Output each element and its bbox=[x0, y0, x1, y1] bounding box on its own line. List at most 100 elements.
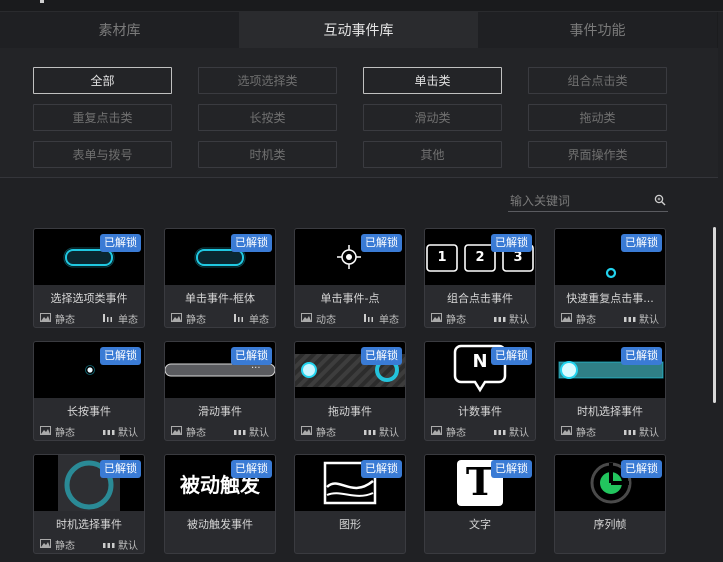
default-state-icon bbox=[364, 430, 376, 435]
card-title: 选择选项类事件 bbox=[50, 292, 128, 305]
image-icon bbox=[431, 313, 442, 322]
card-title: 滑动事件 bbox=[198, 405, 242, 418]
event-card[interactable]: 已解锁 长按事件 静态 默认 bbox=[33, 341, 145, 441]
image-icon bbox=[171, 313, 182, 322]
main-tabs: 素材库 互动事件库 事件功能 bbox=[0, 12, 718, 48]
filter-single-click[interactable]: 单击类 bbox=[363, 67, 502, 94]
event-card[interactable]: N 已解锁 计数事件 静态 默认 bbox=[424, 341, 536, 441]
unlocked-badge: 已解锁 bbox=[491, 234, 532, 252]
image-icon bbox=[301, 313, 312, 322]
category-filters: 全部 选项选择类 单击类 组合点击类 重复点击类 长按类 滑动类 拖动类 表单与… bbox=[0, 48, 718, 178]
default-state-icon bbox=[494, 317, 506, 322]
unlocked-badge: 已解锁 bbox=[100, 234, 141, 252]
event-card[interactable]: 已解锁 单击事件-框体 静态 单态 bbox=[164, 228, 276, 328]
event-card[interactable]: ... 已解锁 滑动事件 静态 默认 bbox=[164, 341, 276, 441]
card-title: 组合点击事件 bbox=[447, 292, 513, 305]
event-card[interactable]: 已解锁 单击事件-点 动态 单态 bbox=[294, 228, 406, 328]
event-card[interactable]: 已解锁 图形 bbox=[294, 454, 406, 554]
asset-type: 静态 bbox=[576, 315, 596, 326]
state-mode: 默认 bbox=[639, 428, 659, 439]
filter-slide[interactable]: 滑动类 bbox=[363, 104, 502, 131]
search-input[interactable] bbox=[510, 192, 640, 210]
card-meta: 静态 默认 bbox=[171, 424, 271, 439]
event-card[interactable]: 已解锁 快速重复点击事... 静态 默认 bbox=[554, 228, 666, 328]
card-meta: 静态 单态 bbox=[40, 311, 140, 326]
event-card[interactable]: 已解锁 序列帧 bbox=[554, 454, 666, 554]
card-title: 长按事件 bbox=[67, 405, 111, 418]
unlocked-badge: 已解锁 bbox=[491, 460, 532, 478]
event-grid-panel: 已解锁 选择选项类事件 静态 单态 已解锁 单击事件-框体 静态 单态 bbox=[0, 179, 718, 562]
card-title: 计数事件 bbox=[458, 405, 502, 418]
event-card[interactable]: 已解锁 拖动事件 静态 默认 bbox=[294, 341, 406, 441]
scrollbar[interactable] bbox=[713, 227, 716, 403]
card-meta: 静态 默认 bbox=[301, 424, 401, 439]
filter-repeat-click[interactable]: 重复点击类 bbox=[33, 104, 172, 131]
filter-drag[interactable]: 拖动类 bbox=[528, 104, 667, 131]
tab-label: 素材库 bbox=[98, 23, 141, 39]
filter-ui-operation[interactable]: 界面操作类 bbox=[528, 141, 667, 168]
single-state-icon bbox=[103, 314, 112, 322]
default-state-icon bbox=[234, 430, 246, 435]
image-icon bbox=[301, 426, 312, 435]
event-card[interactable]: T 已解锁 文字 bbox=[424, 454, 536, 554]
event-card[interactable]: 已解锁 时机选择事件 静态 默认 bbox=[33, 454, 145, 554]
tab-material-library[interactable]: 素材库 bbox=[0, 12, 239, 48]
search-box bbox=[508, 190, 668, 212]
asset-type: 静态 bbox=[55, 315, 75, 326]
card-meta: 静态 单态 bbox=[171, 311, 271, 326]
card-title: 时机选择事件 bbox=[56, 518, 122, 531]
card-title: 快速重复点击事... bbox=[566, 292, 654, 305]
unlocked-badge: 已解锁 bbox=[100, 347, 141, 365]
unlocked-badge: 已解锁 bbox=[231, 347, 272, 365]
filter-combo-click[interactable]: 组合点击类 bbox=[528, 67, 667, 94]
event-card[interactable]: 123 已解锁 组合点击事件 静态 默认 bbox=[424, 228, 536, 328]
image-icon bbox=[431, 426, 442, 435]
filter-other[interactable]: 其他 bbox=[363, 141, 502, 168]
filter-all[interactable]: 全部 bbox=[33, 67, 172, 94]
asset-type: 动态 bbox=[316, 315, 336, 326]
event-card[interactable]: 被动触发 已解锁 被动触发事件 bbox=[164, 454, 276, 554]
filter-option-select[interactable]: 选项选择类 bbox=[198, 67, 337, 94]
state-mode: 单态 bbox=[249, 315, 269, 326]
tab-label: 互动事件库 bbox=[323, 23, 394, 39]
card-title: 单击事件-框体 bbox=[185, 292, 255, 305]
unlocked-badge: 已解锁 bbox=[100, 460, 141, 478]
card-meta: 静态 默认 bbox=[40, 424, 140, 439]
tab-interactive-event-library[interactable]: 互动事件库 bbox=[239, 12, 478, 48]
asset-type: 静态 bbox=[186, 315, 206, 326]
window-top-strip bbox=[0, 0, 723, 12]
image-icon bbox=[561, 426, 572, 435]
asset-type: 静态 bbox=[55, 428, 75, 439]
card-title: 序列帧 bbox=[593, 518, 627, 531]
asset-type: 静态 bbox=[316, 428, 336, 439]
filter-timing[interactable]: 时机类 bbox=[198, 141, 337, 168]
asset-type: 静态 bbox=[576, 428, 596, 439]
filter-form-dial[interactable]: 表单与拨号 bbox=[33, 141, 172, 168]
asset-type: 静态 bbox=[446, 315, 466, 326]
state-mode: 默认 bbox=[118, 541, 138, 552]
state-mode: 默认 bbox=[509, 315, 529, 326]
state-mode: 默认 bbox=[639, 315, 659, 326]
filter-long-press[interactable]: 长按类 bbox=[198, 104, 337, 131]
card-title: 图形 bbox=[339, 518, 361, 531]
state-mode: 默认 bbox=[249, 428, 269, 439]
unlocked-badge: 已解锁 bbox=[231, 234, 272, 252]
event-card[interactable]: 已解锁 时机选择事件 静态 默认 bbox=[554, 341, 666, 441]
state-mode: 单态 bbox=[379, 315, 399, 326]
default-state-icon bbox=[494, 430, 506, 435]
state-mode: 单态 bbox=[118, 315, 138, 326]
card-title: 被动触发事件 bbox=[187, 518, 253, 531]
unlocked-badge: 已解锁 bbox=[231, 460, 272, 478]
card-meta: 静态 默认 bbox=[431, 424, 531, 439]
unlocked-badge: 已解锁 bbox=[361, 234, 402, 252]
event-card[interactable]: 已解锁 选择选项类事件 静态 单态 bbox=[33, 228, 145, 328]
unlocked-badge: 已解锁 bbox=[621, 460, 662, 478]
asset-type: 静态 bbox=[55, 541, 75, 552]
image-icon bbox=[40, 426, 51, 435]
state-mode: 默认 bbox=[118, 428, 138, 439]
image-icon bbox=[171, 426, 182, 435]
asset-type: 静态 bbox=[446, 428, 466, 439]
card-title: 文字 bbox=[469, 518, 491, 531]
search-icon[interactable] bbox=[654, 194, 666, 206]
tab-event-functions[interactable]: 事件功能 bbox=[478, 12, 717, 48]
